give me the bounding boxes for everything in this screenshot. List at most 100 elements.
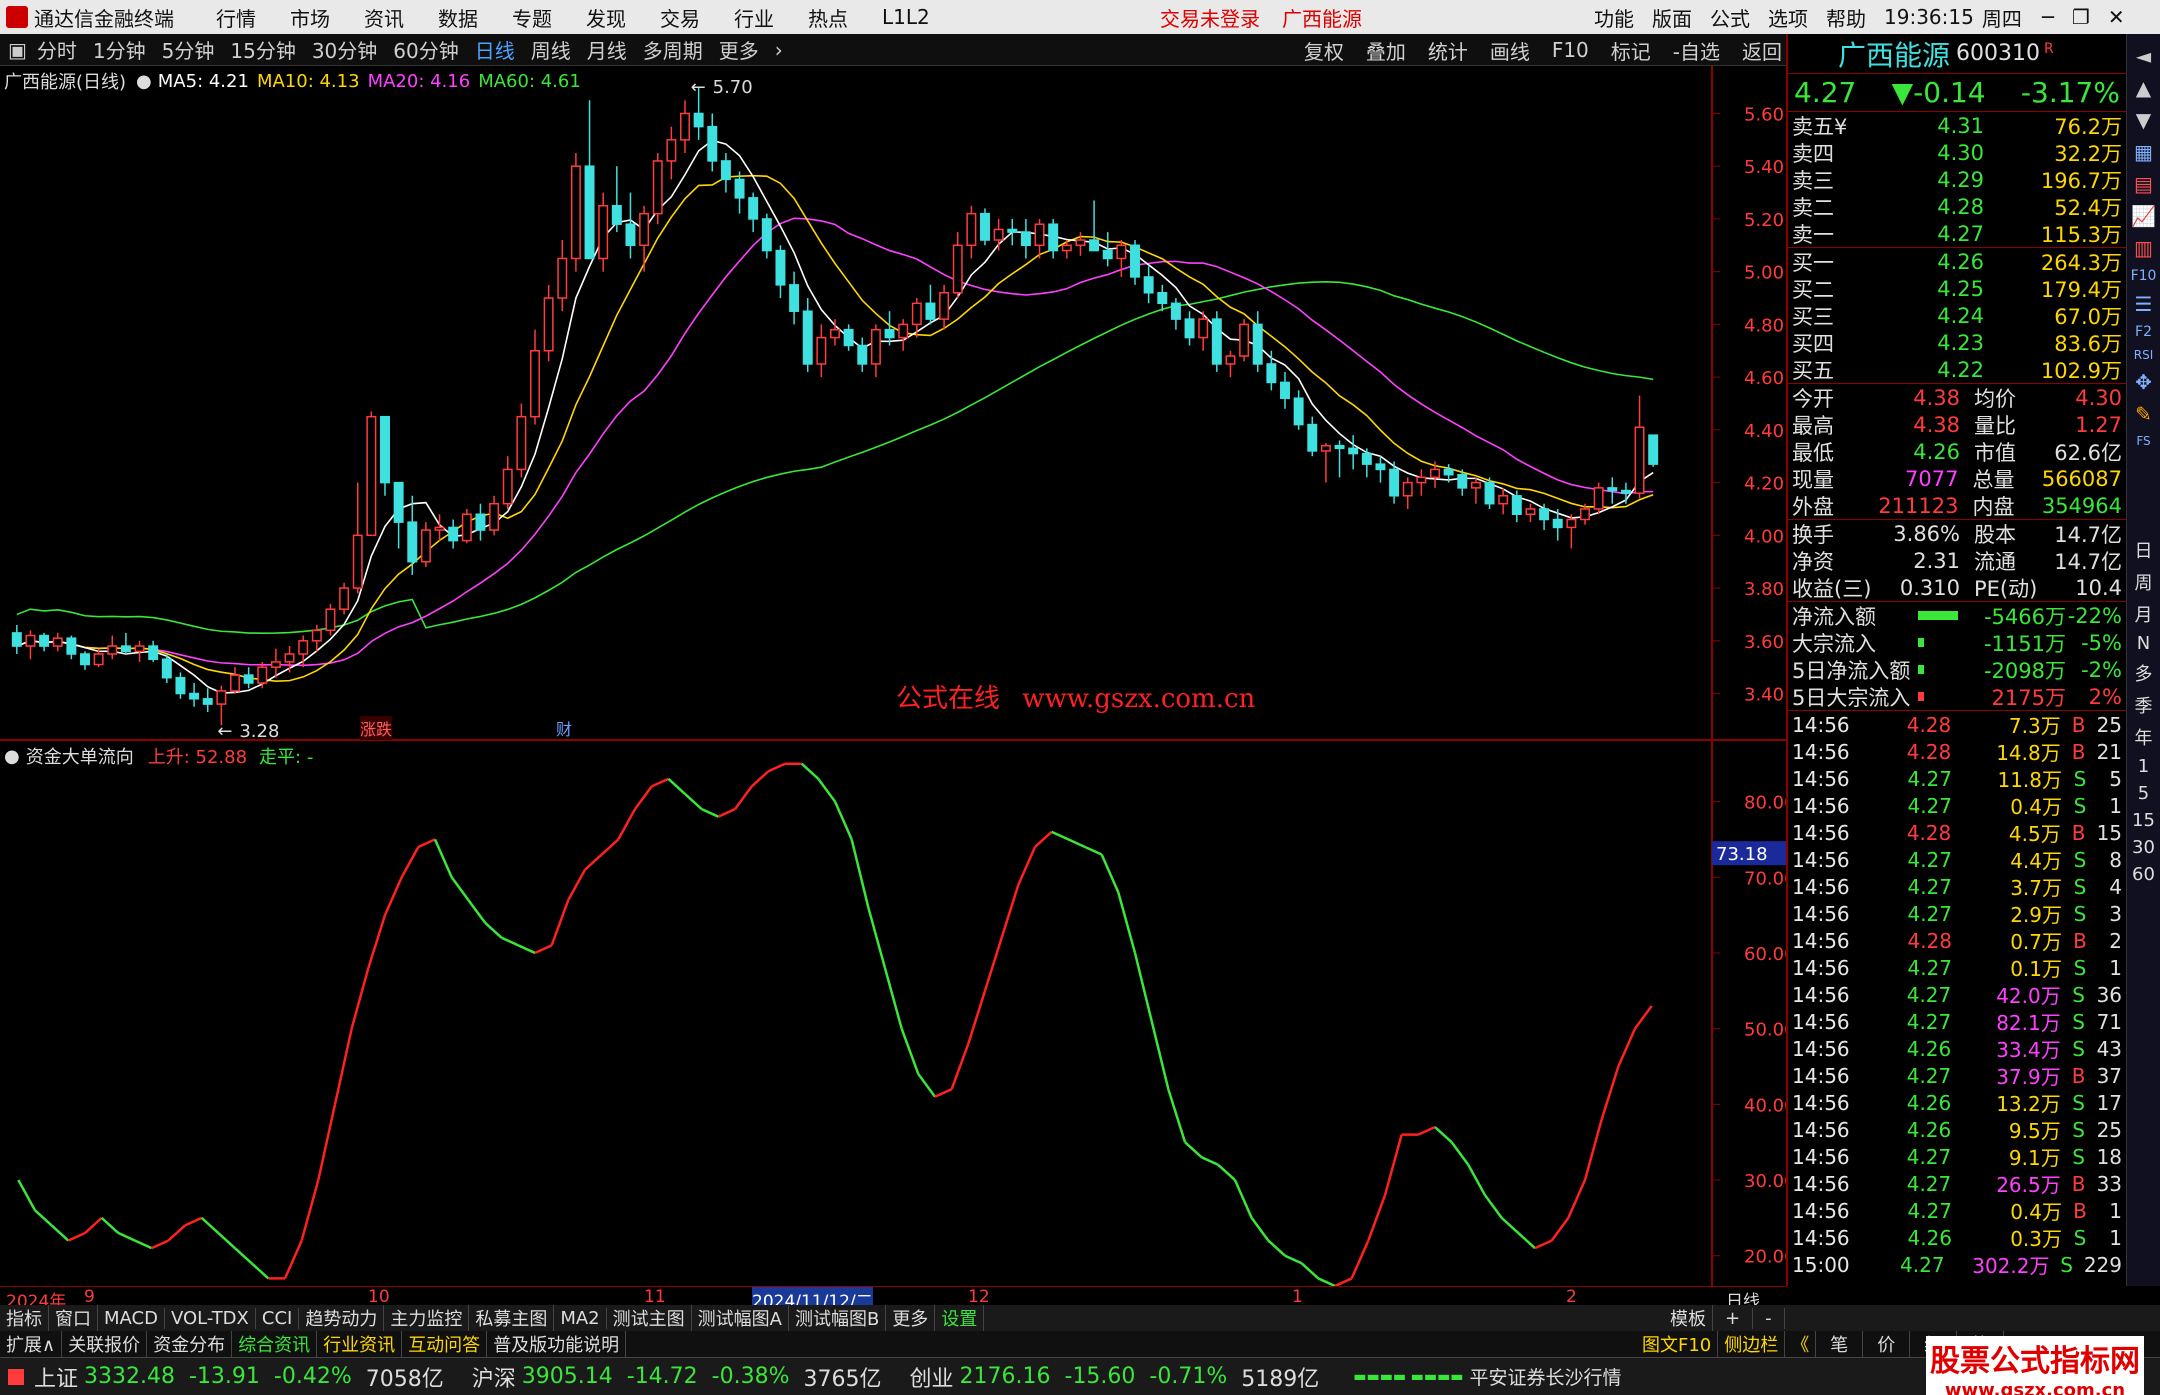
arrow-up-icon[interactable]: ▲ — [2136, 76, 2151, 100]
bid-row[interactable]: 买四 4.23 83.6万 — [1788, 329, 2126, 356]
shortcut-quarter[interactable]: 季 — [2135, 692, 2153, 718]
event-tag-limit[interactable]: 涨跌 — [360, 716, 393, 740]
tab-cci[interactable]: CCI — [256, 1307, 300, 1329]
tick-row[interactable]: 14:56 4.28 14.8万 B 21 — [1788, 738, 2126, 766]
period-tab[interactable]: 15分钟 — [230, 35, 295, 64]
menu-l1l2[interactable]: L1L2 — [882, 5, 930, 29]
tick-row[interactable]: 14:56 4.26 13.2万 S 17 — [1788, 1089, 2126, 1117]
shortcut-n[interactable]: N — [2137, 633, 2150, 654]
period-tab[interactable]: 30分钟 — [312, 35, 377, 64]
link-pen[interactable]: 笔 — [1816, 1331, 1864, 1357]
arrow-down-icon[interactable]: ▼ — [2136, 108, 2151, 132]
indicator-chart[interactable]: 80.00 70.00 60.00 50.00 40.00 30.00 20.00 73.18… — [0, 741, 1796, 1288]
menu-layout[interactable]: 版面 — [1652, 3, 1692, 32]
fs-icon[interactable]: FS — [2136, 434, 2150, 448]
remove-button[interactable]: - — [1753, 1307, 1785, 1329]
menu-industry[interactable]: 行业 — [734, 3, 774, 32]
tab-news[interactable]: 综合资讯 — [232, 1331, 318, 1357]
menu-trade[interactable]: 交易 — [660, 3, 700, 32]
tab-related[interactable]: 关联报价 — [62, 1331, 148, 1357]
period-tab[interactable]: 60分钟 — [393, 35, 458, 64]
period-tab[interactable]: 多周期 — [643, 35, 703, 64]
tick-row[interactable]: 14:56 4.27 9.1万 S 18 — [1788, 1143, 2126, 1171]
ask-row[interactable]: 卖四 4.30 32.2万 — [1788, 139, 2126, 166]
shortcut-day[interactable]: 日 — [2135, 537, 2153, 563]
bid-row[interactable]: 买一 4.26 264.3万 — [1788, 248, 2126, 275]
menu-quotes[interactable]: 行情 — [216, 3, 256, 32]
tick-row[interactable]: 14:56 4.27 37.9万 B 37 — [1788, 1062, 2126, 1090]
indicator-svg[interactable]: 80.00 70.00 60.00 50.00 40.00 30.00 20.00 73.18 — [0, 741, 1796, 1288]
tick-row[interactable]: 14:56 4.28 7.3万 B 25 — [1788, 711, 2126, 739]
index-cy[interactable]: 创业 2176.16 -15.60 -0.71% 5189亿 — [910, 1361, 1338, 1393]
period-tab[interactable]: 5分钟 — [162, 35, 215, 64]
ask-row[interactable]: 卖五¥ 4.31 76.2万 — [1788, 112, 2126, 139]
menu-formula[interactable]: 公式 — [1710, 3, 1750, 32]
ask-row[interactable]: 卖一 4.27 115.3万 — [1788, 220, 2126, 247]
list-icon[interactable]: ☰ — [2135, 292, 2153, 316]
bid-row[interactable]: 买五 4.22 102.9万 — [1788, 356, 2126, 383]
menu-hot[interactable]: 热点 — [808, 3, 848, 32]
tab-industry-news[interactable]: 行业资讯 — [317, 1331, 403, 1357]
grid-icon[interactable]: ▦ — [2134, 140, 2153, 164]
rsi-icon[interactable]: RSI — [2134, 348, 2154, 362]
period-tab[interactable]: 分时 — [37, 35, 77, 64]
tab-main-monitor[interactable]: 主力监控 — [384, 1305, 470, 1331]
shortcut-30m[interactable]: 30 — [2132, 837, 2155, 858]
tab-trend[interactable]: 趋势动力 — [299, 1305, 385, 1331]
f10-icon[interactable]: F10 — [2131, 268, 2157, 284]
tool-watchlist[interactable]: -自选 — [1673, 36, 1720, 65]
period-tab-more[interactable]: 更多 — [719, 35, 759, 64]
tick-row[interactable]: 14:56 4.27 3.7万 S 4 — [1788, 873, 2126, 901]
period-tab[interactable]: 1分钟 — [93, 35, 146, 64]
minimize-icon[interactable]: ─ — [2042, 5, 2054, 29]
link-collapse[interactable]: 《 — [1785, 1331, 1817, 1357]
tick-row[interactable]: 14:56 4.27 0.4万 S 1 — [1788, 792, 2126, 820]
tab-qa[interactable]: 互动问答 — [402, 1331, 488, 1357]
link-sidebar[interactable]: 侧边栏 — [1718, 1331, 1786, 1357]
menu-market[interactable]: 市场 — [290, 3, 330, 32]
tick-row[interactable]: 14:56 4.27 82.1万 S 71 — [1788, 1008, 2126, 1036]
tab-ma2[interactable]: MA2 — [554, 1307, 607, 1329]
tick-row[interactable]: 14:56 4.27 0.4万 B 1 — [1788, 1197, 2126, 1225]
tab-indicators[interactable]: 指标 — [0, 1305, 49, 1331]
close-icon[interactable]: ✕ — [2108, 5, 2125, 29]
kline-svg[interactable]: 5.60 5.40 5.20 5.00 4.80 4.60 4.40 4.20 4.00 3.80… — [0, 66, 1786, 742]
tick-row[interactable]: 14:56 4.27 11.8万 S 5 — [1788, 765, 2126, 793]
add-button[interactable]: + — [1713, 1307, 1754, 1329]
tab-test-a[interactable]: 测试幅图A — [692, 1305, 789, 1331]
pen-icon[interactable]: ✎ — [2135, 402, 2152, 426]
tick-row[interactable]: 14:56 4.28 0.7万 B 2 — [1788, 927, 2126, 955]
tab-more[interactable]: 更多 — [886, 1305, 936, 1331]
tool-f10[interactable]: F10 — [1552, 38, 1589, 62]
tick-row[interactable]: 14:56 4.26 33.4万 S 43 — [1788, 1035, 2126, 1063]
tool-draw[interactable]: 画线 — [1490, 36, 1530, 65]
bid-row[interactable]: 买二 4.25 179.4万 — [1788, 275, 2126, 302]
tick-row[interactable]: 14:56 4.27 26.5万 B 33 — [1788, 1170, 2126, 1198]
move-icon[interactable]: ✥ — [2135, 370, 2152, 394]
tool-mark[interactable]: 标记 — [1611, 36, 1651, 65]
f2-icon[interactable]: F2 — [2135, 324, 2152, 340]
tab-help[interactable]: 普及版功能说明 — [487, 1331, 627, 1357]
restore-icon[interactable]: ❐ — [2072, 5, 2090, 29]
shortcut-15m[interactable]: 15 — [2132, 810, 2155, 831]
index-hs[interactable]: 沪深 3905.14 -14.72 -0.38% 3765亿 — [472, 1361, 900, 1393]
tick-row[interactable]: 14:56 4.28 4.5万 B 15 — [1788, 819, 2126, 847]
shortcut-month[interactable]: 月 — [2135, 601, 2153, 627]
event-tag-finance[interactable]: 财 — [556, 716, 572, 740]
menu-options[interactable]: 选项 — [1768, 3, 1808, 32]
shortcut-60m[interactable]: 60 — [2132, 864, 2155, 885]
tool-overlay[interactable]: 叠加 — [1366, 36, 1406, 65]
tick-list[interactable]: 14:56 4.28 7.3万 B 25 14:56 4.28 14.8万 B 21 14:56 4.… — [1788, 711, 2126, 1279]
ask-row[interactable]: 卖三 4.29 196.7万 — [1788, 166, 2126, 193]
menu-help[interactable]: 帮助 — [1826, 3, 1866, 32]
tick-row[interactable]: 14:56 4.27 0.1万 S 1 — [1788, 954, 2126, 982]
tick-row[interactable]: 14:56 4.27 42.0万 S 36 — [1788, 981, 2126, 1009]
tool-adjust[interactable]: 复权 — [1304, 36, 1344, 65]
link-price[interactable]: 价 — [1863, 1331, 1911, 1357]
tool-stats[interactable]: 统计 — [1428, 36, 1468, 65]
period-tab-active[interactable]: 日线 — [475, 35, 515, 64]
menu-news[interactable]: 资讯 — [364, 3, 404, 32]
bid-row[interactable]: 买三 4.24 67.0万 — [1788, 302, 2126, 329]
trend-icon[interactable]: 📈 — [2131, 204, 2156, 228]
tick-row[interactable]: 14:56 4.26 9.5万 S 25 — [1788, 1116, 2126, 1144]
